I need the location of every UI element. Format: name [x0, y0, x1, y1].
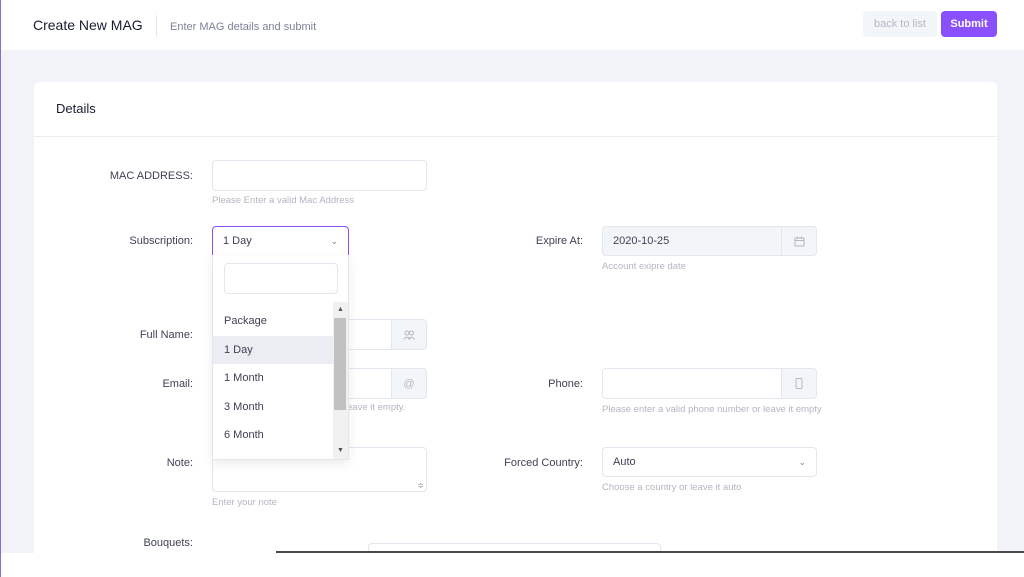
header-divider: [156, 15, 157, 37]
country-label: Forced Country:: [504, 457, 583, 469]
card-title: Details: [56, 101, 96, 116]
page-title: Create New MAG: [33, 17, 143, 33]
dropdown-options: Package 1 Day 1 Month 3 Month 6 Month: [213, 307, 333, 450]
back-to-list-button[interactable]: back to list: [863, 11, 937, 37]
users-icon: [391, 319, 427, 350]
subscription-label: Subscription:: [129, 235, 193, 247]
top-header: Create New MAG Enter MAG details and sub…: [1, 0, 1024, 50]
card-header: Details: [34, 82, 997, 137]
email-label: Email:: [162, 378, 193, 390]
expire-label: Expire At:: [535, 235, 583, 247]
subscription-select[interactable]: 1 Day ⌄: [212, 226, 349, 256]
note-hint: Enter your note: [212, 497, 277, 508]
option-3-month[interactable]: 3 Month: [213, 393, 333, 422]
dropdown-search-input[interactable]: [224, 263, 338, 294]
country-hint: Choose a country or leave it auto: [602, 482, 742, 493]
forced-country-select[interactable]: Auto ⌄: [602, 447, 817, 477]
option-1-month[interactable]: 1 Month: [213, 364, 333, 393]
chevron-down-icon: ⌄: [798, 456, 806, 467]
email-hint: eave it empty.: [347, 402, 406, 413]
calendar-icon[interactable]: [781, 226, 817, 256]
scroll-up-icon[interactable]: ▲: [333, 304, 348, 316]
mac-address-input[interactable]: [212, 160, 427, 191]
phone-icon: [781, 368, 817, 399]
country-selected: Auto: [613, 456, 636, 468]
mac-label: MAC ADDRESS:: [109, 170, 193, 182]
scroll-down-icon[interactable]: ▼: [333, 445, 348, 457]
expire-hint: Account exipre date: [602, 261, 686, 272]
bouquets-label: Bouquets:: [143, 537, 193, 549]
subscription-selected: 1 Day: [223, 235, 252, 247]
note-label: Note:: [166, 457, 193, 469]
page-subtitle: Enter MAG details and submit: [170, 21, 317, 33]
option-1-day[interactable]: 1 Day: [213, 335, 333, 364]
chevron-down-icon: ⌄: [330, 235, 338, 246]
phone-label: Phone:: [548, 378, 583, 390]
option-6-month[interactable]: 6 Month: [213, 421, 333, 450]
at-icon: @: [391, 368, 427, 399]
phone-input[interactable]: [602, 368, 782, 399]
fullname-label: Full Name:: [139, 329, 193, 341]
dropdown-scrollbar[interactable]: ▲ ▼: [333, 302, 348, 459]
mac-hint: Please Enter a valid Mac Address: [212, 195, 355, 206]
expire-date-input[interactable]: 2020-10-25: [602, 226, 782, 256]
option-package[interactable]: Package: [213, 307, 333, 336]
subscription-dropdown: Package 1 Day 1 Month 3 Month 6 Month ▲ …: [212, 255, 349, 460]
submit-button[interactable]: Submit: [941, 11, 997, 37]
phone-hint: Please enter a valid phone number or lea…: [602, 404, 822, 415]
bottom-edge: [1, 553, 1024, 577]
resize-handle-icon[interactable]: ≑: [417, 481, 424, 490]
scrollbar-thumb[interactable]: [334, 318, 346, 410]
